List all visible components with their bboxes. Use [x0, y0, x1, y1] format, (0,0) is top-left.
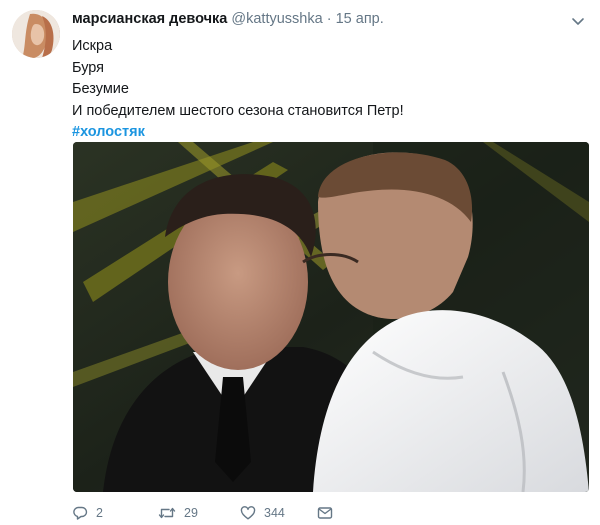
author-handle[interactable]: @kattyusshka [231, 11, 322, 27]
chevron-down-icon[interactable] [570, 13, 586, 29]
like-count: 344 [264, 506, 285, 520]
tweet-header: марсианская девочка @kattyusshka · 15 ап… [72, 11, 384, 27]
tweet-line: Искра [72, 38, 113, 54]
tweet-media-image[interactable] [73, 142, 589, 492]
tweet-text: Искра Буря Безумие И победителем шестого… [72, 36, 404, 144]
retweet-count: 29 [184, 506, 198, 520]
retweet-button[interactable]: 29 [158, 505, 198, 521]
tweet-line: Буря [72, 59, 105, 76]
like-button[interactable]: 344 [240, 505, 285, 521]
tweet-line: И победителем шестого сезона становится … [72, 102, 404, 119]
tweet-date[interactable]: 15 апр. [336, 11, 384, 27]
separator-dot: · [326, 11, 332, 27]
hashtag-link[interactable]: #холостяк [72, 122, 404, 144]
tweet: марсианская девочка @kattyusshka · 15 ап… [0, 0, 600, 525]
heart-icon [240, 506, 256, 520]
reply-button[interactable]: 2 [72, 505, 103, 521]
author-name[interactable]: марсианская девочка [72, 11, 227, 27]
direct-message-button[interactable] [317, 505, 341, 521]
retweet-icon [158, 507, 176, 519]
tweet-line: Безумие [72, 81, 129, 97]
avatar[interactable] [12, 10, 60, 58]
reply-count: 2 [96, 506, 103, 520]
envelope-icon [317, 507, 333, 519]
reply-icon [73, 506, 88, 520]
avatar-image [12, 10, 60, 58]
